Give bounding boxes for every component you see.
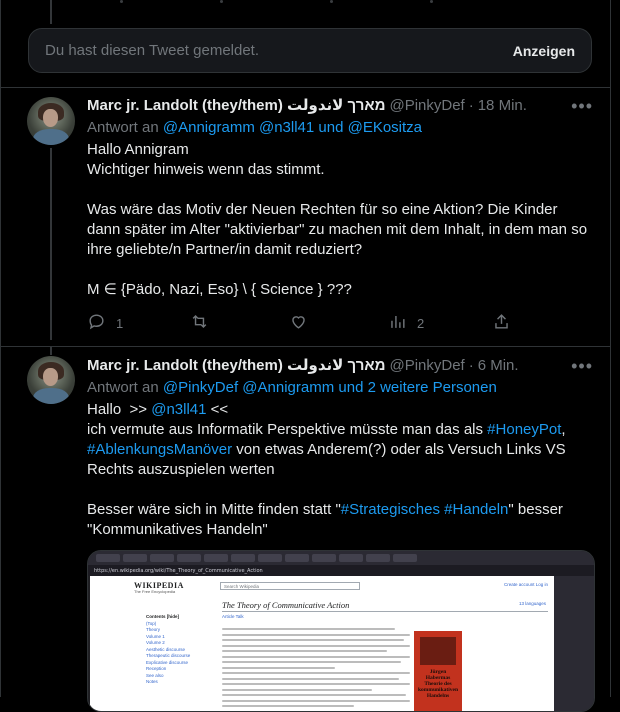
views-button[interactable]: 2 bbox=[388, 312, 424, 334]
toc-item: Therapeutic discourse bbox=[146, 653, 191, 658]
book-cover-title: Jürgen Habermas Theorie des kommunikativ… bbox=[417, 669, 459, 699]
text-segment: ich vermute aus Informatik Perspektive m… bbox=[87, 421, 488, 438]
reply-icon bbox=[87, 312, 106, 334]
share-button[interactable] bbox=[492, 312, 511, 334]
text-segment: << bbox=[206, 401, 229, 418]
column-border-right bbox=[610, 0, 611, 697]
tweet[interactable]: Marc jr. Landolt (they/them) מארך لاندول… bbox=[87, 96, 593, 300]
tweet-text: Hallo >> @n3ll41 << ich vermute aus Info… bbox=[87, 400, 593, 540]
reply-to-mentions[interactable]: @PinkyDef @Annigramm und 2 weitere Perso… bbox=[163, 379, 497, 396]
text-segment: Hallo >> bbox=[87, 401, 152, 418]
browser-tab-strip bbox=[88, 551, 594, 565]
separator-dot: · bbox=[468, 97, 474, 114]
book-cover-image: Jürgen Habermas Theorie des kommunikativ… bbox=[414, 631, 462, 711]
reply-button[interactable]: 1 bbox=[87, 312, 123, 334]
tweet-divider bbox=[0, 346, 611, 347]
avatar[interactable] bbox=[27, 356, 75, 404]
truncated-action-dot bbox=[120, 0, 123, 3]
table-of-contents: Contents [hide] (Top) Theory Volume 1 Vo… bbox=[146, 614, 190, 686]
reply-prefix: Antwort an bbox=[87, 379, 159, 396]
share-icon bbox=[492, 312, 511, 334]
tweet[interactable]: Marc jr. Landolt (they/them) מארך لاندول… bbox=[87, 356, 593, 540]
column-border-left bbox=[0, 0, 1, 697]
wikipedia-page: WIKIPEDIA The Free Encyclopedia Search W… bbox=[90, 576, 554, 711]
reply-prefix: Antwort an bbox=[87, 119, 159, 136]
reported-message: Du hast diesen Tweet gemeldet. bbox=[45, 42, 260, 59]
tweet-divider bbox=[0, 87, 611, 88]
retweet-icon bbox=[190, 312, 209, 334]
tweet-actions: 1 2 bbox=[87, 313, 517, 333]
truncated-action-dot bbox=[430, 0, 433, 3]
wikipedia-search: Search Wikipedia bbox=[220, 582, 360, 590]
truncated-action-dot bbox=[330, 0, 333, 3]
timestamp[interactable]: 18 Min. bbox=[478, 96, 527, 116]
separator-dot: · bbox=[468, 357, 474, 374]
hashtag-link[interactable]: #Handeln bbox=[444, 501, 508, 518]
hashtag-link[interactable]: #HoneyPot bbox=[487, 421, 561, 438]
like-button[interactable] bbox=[289, 312, 308, 334]
display-name[interactable]: Marc jr. Landolt (they/them) מארך لاندول… bbox=[87, 96, 385, 116]
attached-image[interactable]: https://en.wikipedia.org/wiki/The_Theory… bbox=[87, 550, 595, 712]
thread-connector bbox=[50, 347, 52, 355]
thread-connector bbox=[50, 148, 52, 340]
avatar[interactable] bbox=[27, 97, 75, 145]
browser-side-panel bbox=[554, 576, 594, 711]
language-selector: 13 languages bbox=[518, 601, 546, 606]
text-segment: , bbox=[561, 421, 566, 438]
mention-link[interactable]: @n3ll41 bbox=[151, 401, 206, 418]
reported-tweet-notice: Du hast diesen Tweet gemeldet. Anzeigen bbox=[28, 28, 592, 73]
handle[interactable]: @PinkyDef bbox=[389, 96, 464, 116]
article-tabs: Article Talk bbox=[222, 614, 244, 619]
views-icon bbox=[388, 312, 407, 334]
hashtag-link[interactable]: #AblenkungsManöver bbox=[87, 441, 232, 458]
tweet-header: Marc jr. Landolt (they/them) מארך لاندول… bbox=[87, 96, 593, 116]
article-body-text bbox=[222, 628, 410, 711]
thread-connector bbox=[50, 0, 52, 24]
tweet-text: Hallo Annigram Wichtiger hinweis wenn da… bbox=[87, 141, 588, 298]
more-options-icon[interactable]: ••• bbox=[571, 96, 593, 116]
text-segment: Besser wäre sich in Mitte finden statt " bbox=[87, 501, 341, 518]
timestamp[interactable]: 6 Min. bbox=[478, 356, 519, 376]
wikipedia-account-links: Create account Log in bbox=[503, 582, 548, 587]
heart-icon bbox=[289, 312, 308, 334]
handle[interactable]: @PinkyDef bbox=[389, 356, 464, 376]
display-name[interactable]: Marc jr. Landolt (they/them) מארך لاندول… bbox=[87, 356, 385, 376]
tweet-header: Marc jr. Landolt (they/them) מארך لاندول… bbox=[87, 356, 593, 376]
truncated-action-dot bbox=[220, 0, 223, 3]
browser-address-bar: https://en.wikipedia.org/wiki/The_Theory… bbox=[88, 565, 594, 576]
reply-count: 1 bbox=[116, 315, 124, 331]
wikipedia-tagline: The Free Encyclopedia bbox=[134, 589, 176, 594]
views-count: 2 bbox=[417, 315, 425, 331]
hashtag-link[interactable]: #Strategisches bbox=[341, 501, 440, 518]
reply-to-line: Antwort an @Annigramm @n3ll41 und @EKosi… bbox=[87, 118, 593, 138]
reply-to-line: Antwort an @PinkyDef @Annigramm und 2 we… bbox=[87, 378, 593, 398]
show-button[interactable]: Anzeigen bbox=[513, 43, 575, 59]
title-rule bbox=[222, 611, 548, 612]
reply-to-mentions[interactable]: @Annigramm @n3ll41 und @EKositza bbox=[163, 119, 422, 136]
toc-item: Notes bbox=[146, 679, 158, 684]
article-title: The Theory of Communicative Action bbox=[222, 600, 350, 610]
more-options-icon[interactable]: ••• bbox=[571, 356, 593, 376]
browser-url: https://en.wikipedia.org/wiki/The_Theory… bbox=[94, 567, 263, 574]
retweet-button[interactable] bbox=[190, 312, 209, 334]
